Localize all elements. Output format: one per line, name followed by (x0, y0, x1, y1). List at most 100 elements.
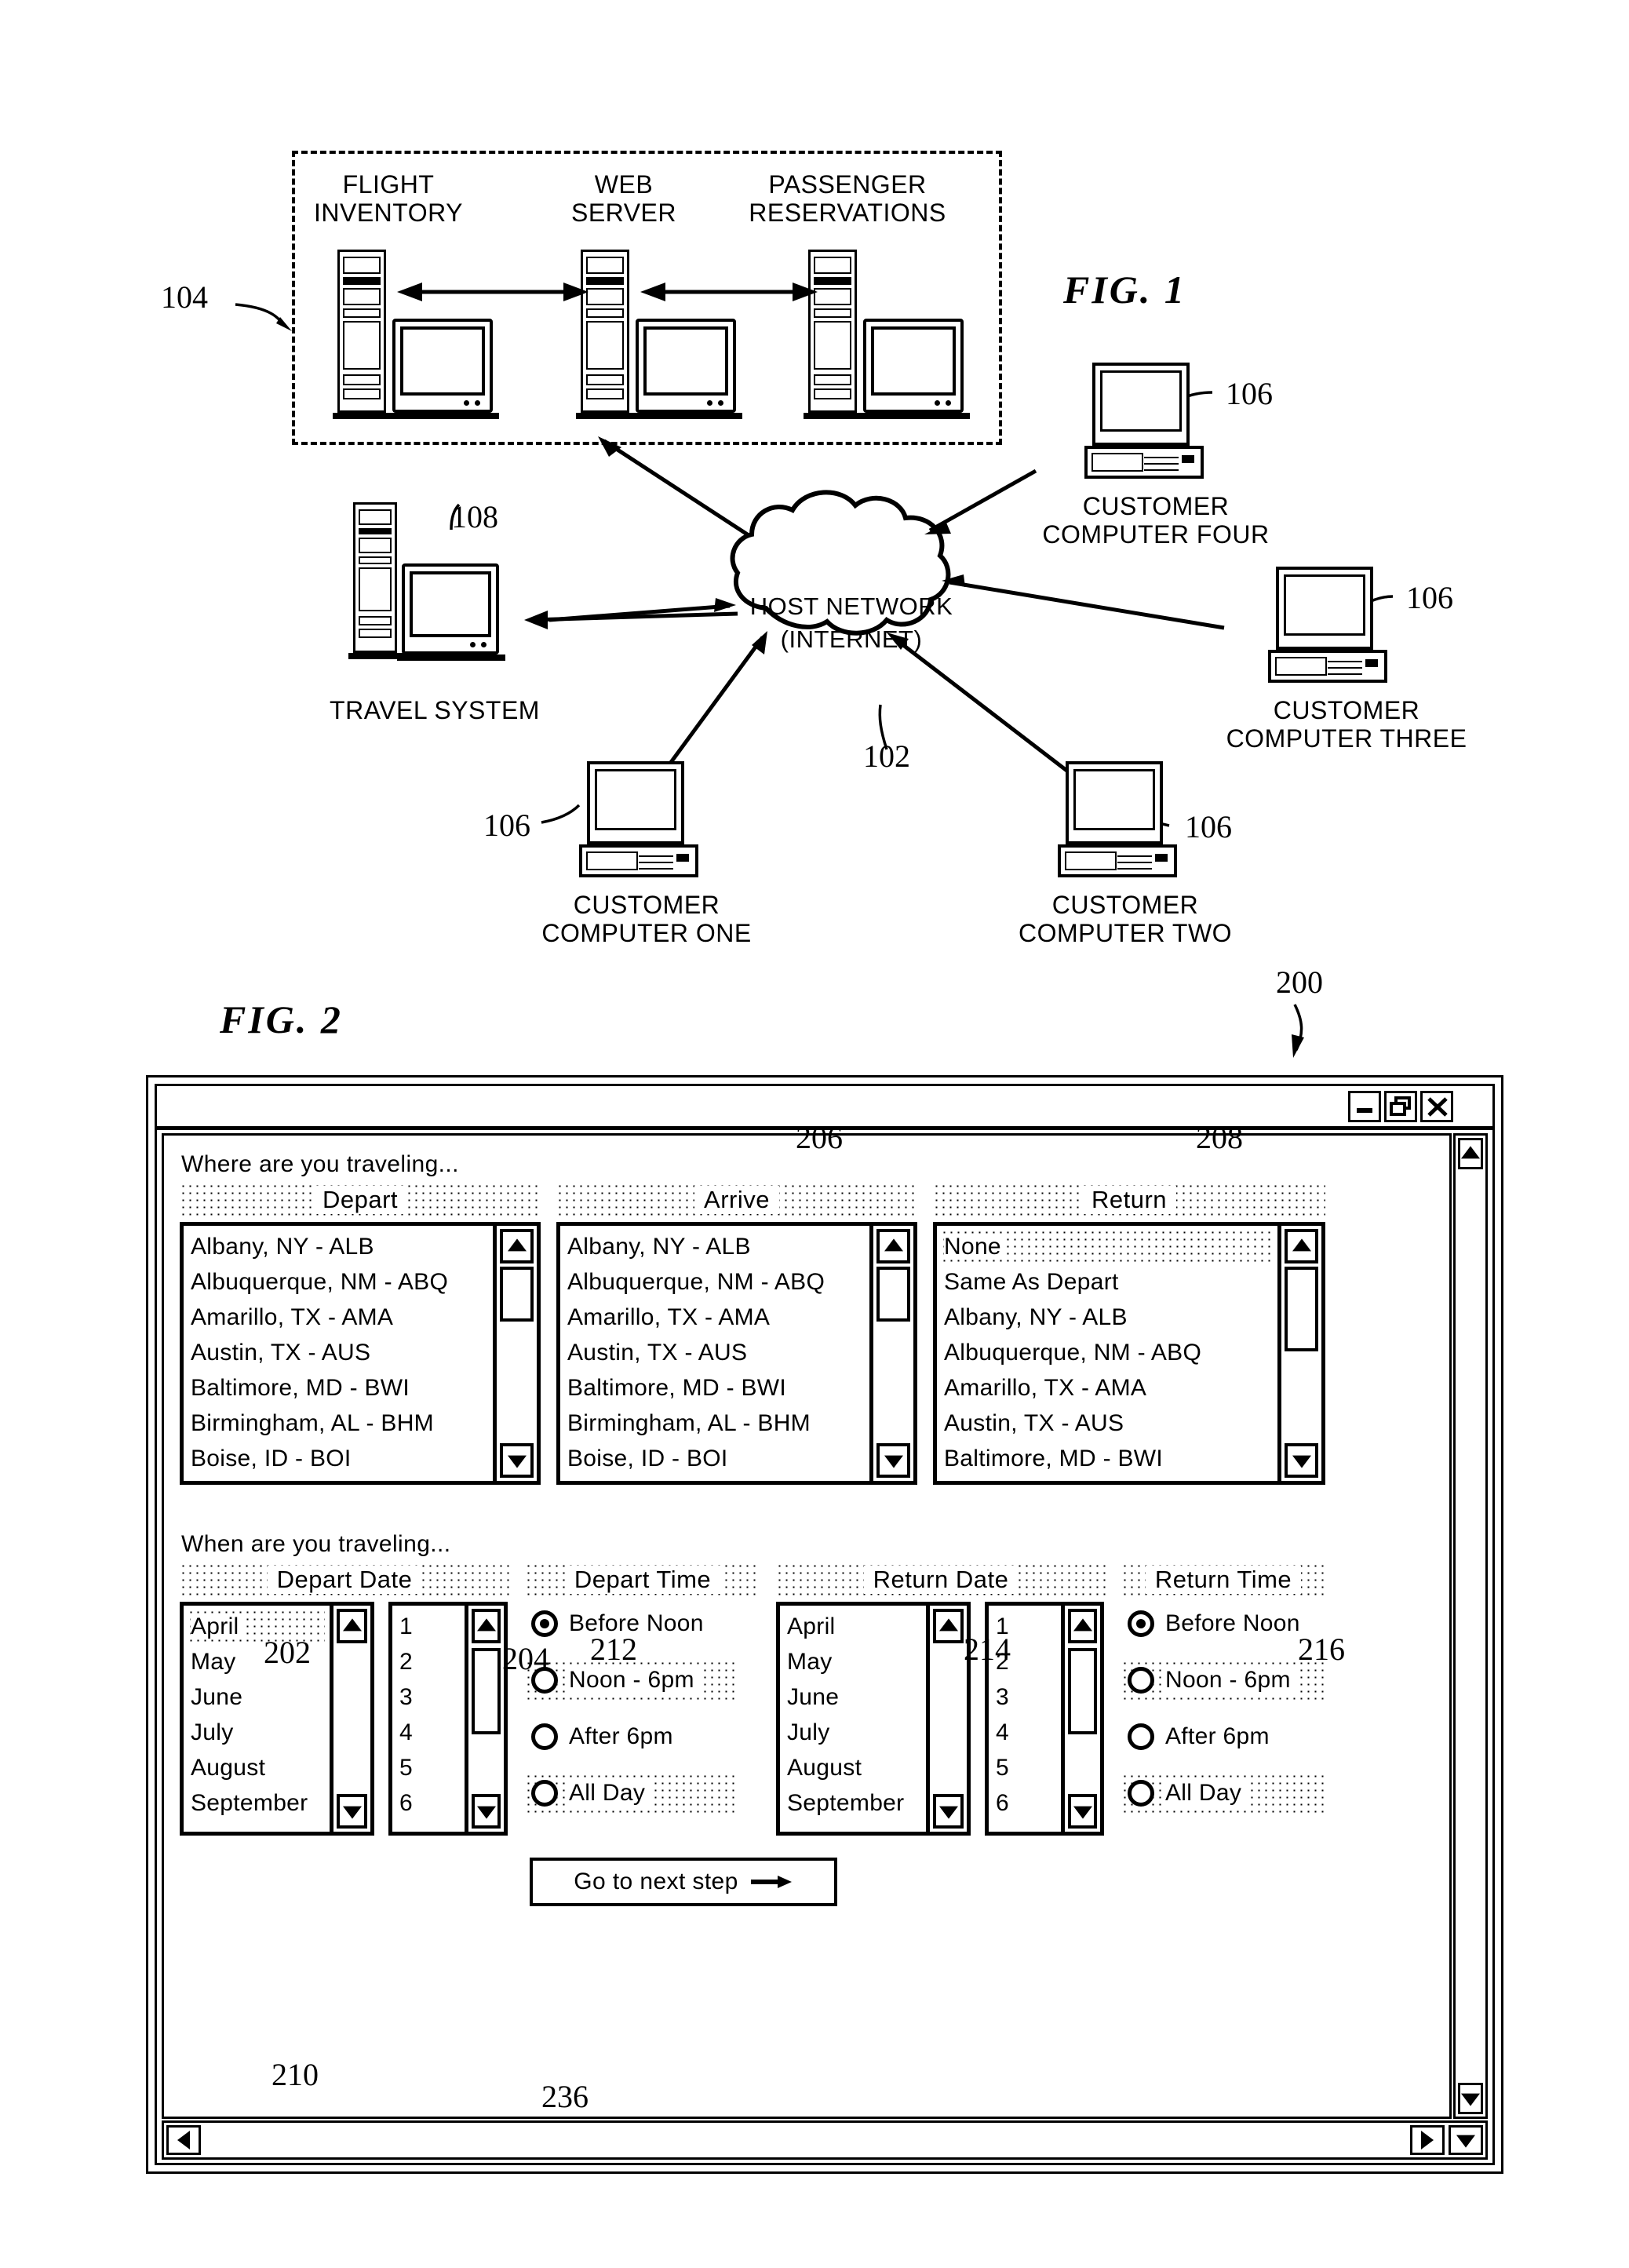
depart-city-listbox[interactable]: Albany, NY - ALB Albuquerque, NM - ABQ A… (180, 1222, 541, 1485)
list-item[interactable]: Boise, ID - BOI (188, 1441, 488, 1476)
list-item[interactable]: Birmingham, AL - BHM (564, 1406, 865, 1441)
list-item[interactable]: April (784, 1609, 921, 1644)
scrollbar-thumb[interactable] (500, 1267, 534, 1322)
return-month-scrollbar[interactable] (926, 1606, 967, 1832)
restore-button[interactable] (1384, 1091, 1417, 1122)
list-item[interactable]: June (784, 1679, 921, 1715)
radio-return-all-day[interactable]: All Day (1121, 1773, 1327, 1814)
list-item[interactable]: 4 (396, 1715, 460, 1750)
scroll-up-button[interactable] (472, 1609, 501, 1643)
list-item[interactable]: June (188, 1679, 325, 1715)
list-item[interactable]: Albany, NY - ALB (564, 1229, 865, 1264)
depart-time-radio-group[interactable]: Before Noon Noon - 6pm After 6pm All Day (525, 1603, 760, 1831)
scroll-down-button[interactable] (1285, 1443, 1318, 1478)
radio-return-noon-6pm[interactable]: Noon - 6pm (1121, 1660, 1327, 1701)
scrollbar-thumb[interactable] (876, 1267, 910, 1322)
triangle-up-icon (1073, 1618, 1092, 1632)
scroll-right-button[interactable] (1410, 2125, 1445, 2155)
close-button[interactable] (1420, 1091, 1453, 1122)
list-item[interactable]: September (188, 1785, 325, 1821)
scrollbar-thumb[interactable] (472, 1648, 501, 1734)
list-item-selected[interactable]: None (941, 1229, 1273, 1264)
scroll-corner-down-button[interactable] (1449, 2125, 1483, 2155)
list-item[interactable]: 3 (993, 1679, 1056, 1715)
list-item[interactable]: Amarillo, TX - AMA (941, 1370, 1273, 1406)
list-item[interactable]: 7 (993, 1821, 1056, 1829)
list-item[interactable]: Albany, NY - ALB (941, 1300, 1273, 1335)
return-month-listbox[interactable]: April May June July August September (776, 1602, 971, 1836)
arrive-city-scrollbar[interactable] (869, 1226, 913, 1481)
scroll-up-button[interactable] (337, 1609, 367, 1643)
list-item[interactable]: 6 (396, 1785, 460, 1821)
scrollbar-thumb[interactable] (1285, 1267, 1318, 1351)
scroll-up-button[interactable] (933, 1609, 964, 1643)
scroll-down-button[interactable] (337, 1794, 367, 1829)
client-horizontal-scrollbar[interactable] (162, 2120, 1488, 2160)
window-client-area: Where are you traveling... Depart Arrive… (157, 1130, 1492, 2163)
list-item[interactable]: Albuquerque, NM - ABQ (941, 1335, 1273, 1370)
list-item[interactable]: Birmingham, AL - BHM (188, 1406, 488, 1441)
arrive-city-listbox[interactable]: Albany, NY - ALB Albuquerque, NM - ABQ A… (556, 1222, 917, 1485)
scroll-down-button[interactable] (933, 1794, 964, 1829)
radio-label: All Day (569, 1780, 651, 1807)
list-item[interactable]: Baltimore, MD - BWI (941, 1441, 1273, 1476)
list-item[interactable]: Albuquerque, NM - ABQ (188, 1264, 488, 1300)
depart-month-scrollbar[interactable] (330, 1606, 370, 1832)
client-vertical-scrollbar[interactable] (1453, 1133, 1488, 2119)
list-item[interactable]: Albany, NY - ALB (188, 1229, 488, 1264)
list-item[interactable]: July (784, 1715, 921, 1750)
scroll-left-button[interactable] (166, 2125, 201, 2155)
scroll-up-button[interactable] (1458, 1138, 1483, 1169)
scroll-up-button[interactable] (1285, 1229, 1318, 1263)
return-group-header: Return (933, 1183, 1325, 1217)
list-item[interactable]: August (188, 1750, 325, 1785)
scroll-up-button[interactable] (876, 1229, 910, 1263)
list-item[interactable]: 2 (396, 1644, 460, 1679)
radio-depart-all-day[interactable]: All Day (525, 1773, 738, 1814)
scroll-down-button[interactable] (1458, 2083, 1483, 2114)
list-item[interactable]: September (784, 1785, 921, 1821)
scroll-up-button[interactable] (500, 1229, 534, 1263)
minimize-button[interactable] (1348, 1091, 1381, 1122)
list-item[interactable]: May (784, 1644, 921, 1679)
list-item[interactable]: 1 (396, 1609, 460, 1644)
radio-indicator (531, 1723, 558, 1750)
list-item[interactable]: Austin, TX - AUS (941, 1406, 1273, 1441)
list-item[interactable]: Amarillo, TX - AMA (564, 1300, 865, 1335)
list-item[interactable]: 5 (396, 1750, 460, 1785)
scroll-up-button[interactable] (1068, 1609, 1097, 1643)
list-item[interactable]: August (784, 1750, 921, 1785)
scroll-down-button[interactable] (472, 1794, 501, 1829)
list-item[interactable]: Austin, TX - AUS (564, 1335, 865, 1370)
radio-depart-after-6pm[interactable]: After 6pm (525, 1716, 738, 1757)
list-item[interactable]: 4 (993, 1715, 1056, 1750)
list-item[interactable]: 7 (396, 1821, 460, 1829)
list-item[interactable]: 5 (993, 1750, 1056, 1785)
list-item[interactable]: 6 (993, 1785, 1056, 1821)
depart-day-listbox[interactable]: 1 2 3 4 5 6 7 (388, 1602, 508, 1836)
minimize-icon (1357, 1108, 1372, 1113)
radio-return-before-noon[interactable]: Before Noon (1121, 1603, 1327, 1644)
list-item[interactable]: July (188, 1715, 325, 1750)
list-item[interactable]: Amarillo, TX - AMA (188, 1300, 488, 1335)
list-item[interactable]: 3 (396, 1679, 460, 1715)
scrollbar-thumb[interactable] (1068, 1648, 1097, 1734)
travel-booking-window: Where are you traveling... Depart Arrive… (146, 1075, 1503, 2174)
depart-day-scrollbar[interactable] (465, 1606, 504, 1832)
return-city-scrollbar[interactable] (1277, 1226, 1321, 1481)
scroll-down-button[interactable] (500, 1443, 534, 1478)
list-item[interactable]: Baltimore, MD - BWI (188, 1370, 488, 1406)
return-day-scrollbar[interactable] (1061, 1606, 1100, 1832)
list-item[interactable]: Baltimore, MD - BWI (564, 1370, 865, 1406)
radio-indicator (531, 1780, 558, 1807)
list-item[interactable]: Same As Depart (941, 1264, 1273, 1300)
list-item[interactable]: Albuquerque, NM - ABQ (564, 1264, 865, 1300)
list-item[interactable]: Boise, ID - BOI (564, 1441, 865, 1476)
go-to-next-step-button[interactable]: Go to next step (530, 1858, 837, 1906)
depart-city-scrollbar[interactable] (493, 1226, 537, 1481)
scroll-down-button[interactable] (876, 1443, 910, 1478)
scroll-down-button[interactable] (1068, 1794, 1097, 1829)
list-item[interactable]: Austin, TX - AUS (188, 1335, 488, 1370)
radio-return-after-6pm[interactable]: After 6pm (1121, 1716, 1327, 1757)
return-city-listbox[interactable]: None Same As Depart Albany, NY - ALB Alb… (933, 1222, 1325, 1485)
